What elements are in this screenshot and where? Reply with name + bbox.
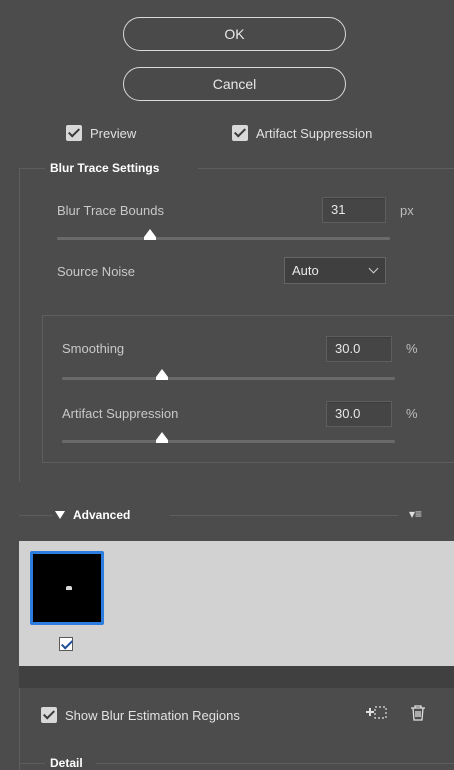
percent-unit: % bbox=[406, 406, 418, 421]
chevron-down-icon bbox=[368, 263, 379, 274]
artifact-suppression-option-label: Artifact Suppression bbox=[256, 125, 373, 141]
show-blur-regions-checkbox[interactable]: Show Blur Estimation Regions bbox=[41, 707, 240, 723]
checkmark-icon bbox=[66, 125, 82, 141]
source-noise-value: Auto bbox=[292, 263, 319, 278]
advanced-title: Advanced bbox=[73, 508, 131, 522]
checkmark-icon bbox=[41, 707, 57, 723]
blur-trace-bounds-slider[interactable] bbox=[57, 237, 390, 240]
artifact-suppression-input[interactable]: 30.0 bbox=[326, 401, 392, 427]
artifact-suppression-slider[interactable] bbox=[62, 440, 395, 443]
group-border bbox=[19, 688, 20, 770]
blur-trace-settings-title: Blur Trace Settings bbox=[50, 161, 160, 175]
blur-trace-preview bbox=[66, 586, 72, 590]
blur-region-thumbnail[interactable] bbox=[30, 551, 104, 625]
slider-thumb[interactable] bbox=[155, 432, 168, 443]
slider-thumb[interactable] bbox=[155, 369, 168, 380]
group-border bbox=[19, 763, 45, 764]
cancel-button[interactable]: Cancel bbox=[123, 67, 346, 101]
preview-label: Preview bbox=[90, 125, 137, 141]
px-unit: px bbox=[400, 203, 414, 218]
smoothing-input[interactable]: 30.0 bbox=[326, 336, 392, 362]
smoothing-slider[interactable] bbox=[62, 377, 395, 380]
panel-divider-band bbox=[19, 666, 454, 688]
ok-button[interactable]: OK bbox=[123, 17, 346, 51]
region-enabled-checkbox[interactable] bbox=[59, 637, 73, 651]
group-border bbox=[96, 763, 454, 764]
preview-checkbox[interactable]: Preview bbox=[66, 125, 136, 141]
detail-title: Detail bbox=[50, 756, 83, 770]
group-border bbox=[198, 168, 454, 169]
checkmark-icon bbox=[232, 125, 248, 141]
blur-trace-bounds-label: Blur Trace Bounds bbox=[57, 203, 164, 218]
trash-icon[interactable] bbox=[410, 704, 426, 722]
source-noise-label: Source Noise bbox=[57, 264, 136, 279]
group-border bbox=[170, 515, 398, 516]
group-border bbox=[19, 168, 45, 169]
advanced-section-toggle[interactable]: Advanced bbox=[55, 508, 130, 522]
group-divider bbox=[42, 315, 454, 316]
add-region-icon[interactable] bbox=[364, 704, 388, 722]
panel-menu-icon[interactable]: ▾≡ bbox=[409, 507, 422, 521]
blur-trace-bounds-input[interactable]: 31 bbox=[322, 197, 386, 223]
smoothing-label: Smoothing bbox=[62, 341, 125, 356]
group-divider bbox=[42, 462, 454, 463]
artifact-suppression-checkbox[interactable]: Artifact Suppression bbox=[232, 125, 372, 141]
artifact-suppression-label: Artifact Suppression bbox=[62, 406, 179, 421]
show-blur-regions-label: Show Blur Estimation Regions bbox=[65, 707, 240, 723]
group-border bbox=[19, 515, 53, 516]
percent-unit: % bbox=[406, 341, 418, 356]
group-border bbox=[19, 168, 20, 482]
group-border bbox=[42, 315, 43, 463]
source-noise-select[interactable]: Auto bbox=[284, 257, 386, 284]
triangle-down-icon bbox=[55, 511, 65, 519]
slider-thumb[interactable] bbox=[144, 229, 157, 240]
